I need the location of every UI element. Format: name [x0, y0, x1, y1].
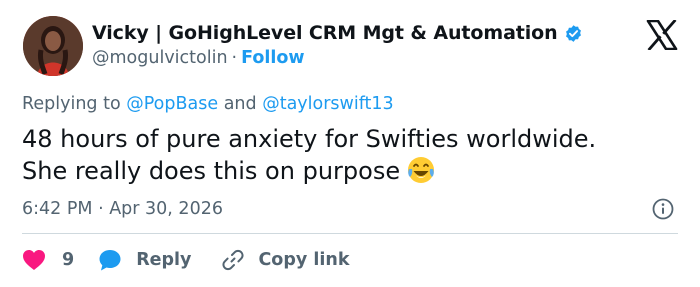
author-name-row: Vicky | GoHighLevel CRM Mgt & Automation — [92, 22, 583, 44]
speech-bubble-icon — [99, 250, 121, 271]
heart-icon — [23, 250, 45, 270]
embedded-tweet-card: Vicky | GoHighLevel CRM Mgt & Automation… — [0, 0, 700, 287]
copy-link-label: Copy link — [258, 250, 350, 270]
copy-link-button[interactable]: Copy link — [221, 248, 349, 272]
like-count: 9 — [62, 250, 75, 270]
tweet-text-line-2-text: She really does this on purpose — [22, 157, 401, 185]
avatar[interactable] — [23, 16, 83, 76]
replying-prefix: Replying to — [22, 94, 121, 114]
reply-label: Reply — [136, 250, 192, 270]
tweet-text-line-1: 48 hours of pure anxiety for Swifties wo… — [22, 125, 597, 153]
tweet-timestamp[interactable]: 6:42 PM · Apr 30, 2026 — [22, 199, 223, 219]
replying-conjunction: and — [223, 94, 257, 114]
author-handle-row: @mogulvictolin · Follow — [92, 48, 305, 68]
author-handle[interactable]: @mogulvictolin — [92, 48, 228, 68]
x-logo-icon[interactable] — [646, 20, 678, 50]
mention-popbase[interactable]: @PopBase — [126, 94, 218, 114]
divider — [22, 233, 678, 234]
follow-link[interactable]: Follow — [241, 48, 304, 68]
tweet-text-line-2: She really does this on purpose — [22, 155, 682, 187]
like-button[interactable]: 9 — [22, 249, 74, 271]
reply-button[interactable]: Reply — [98, 248, 191, 272]
replying-to-line: Replying to @PopBase and @taylorswift13 — [22, 94, 394, 114]
mention-taylorswift13[interactable]: @taylorswift13 — [262, 94, 393, 114]
author-display-name[interactable]: Vicky | GoHighLevel CRM Mgt & Automation — [92, 22, 558, 44]
info-icon[interactable] — [652, 198, 674, 220]
verified-badge-icon — [565, 24, 581, 42]
tweet-body: 48 hours of pure anxiety for Swifties wo… — [22, 124, 682, 187]
tweet-actions: 9 Reply Copy link — [22, 247, 349, 273]
face-with-tears-of-joy-icon — [408, 157, 435, 183]
link-icon — [222, 249, 245, 271]
separator-dot: · — [231, 48, 238, 68]
